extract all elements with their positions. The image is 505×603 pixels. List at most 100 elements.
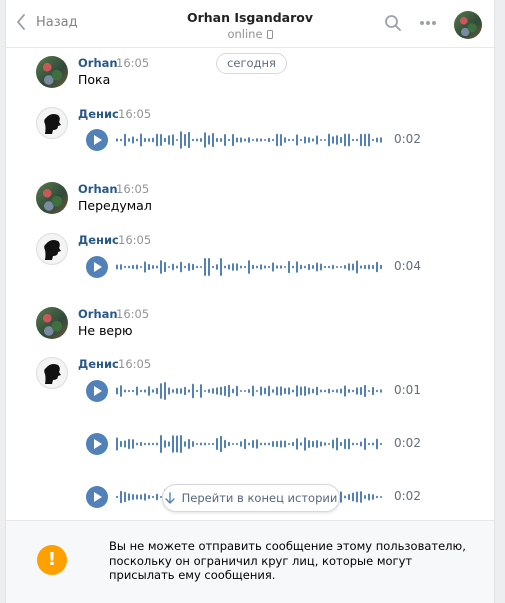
search-icon[interactable]	[384, 14, 402, 32]
play-button[interactable]	[86, 433, 108, 455]
waveform-bar	[340, 491, 342, 503]
waveform-bar	[324, 265, 326, 269]
play-button[interactable]	[86, 486, 108, 508]
waveform-bar	[244, 265, 246, 269]
message-author[interactable]: Денис	[78, 107, 119, 121]
waveform-bar	[308, 439, 310, 449]
voice-duration: 0:04	[394, 259, 421, 273]
waveform-bar	[264, 442, 266, 446]
waveform[interactable]	[116, 257, 384, 277]
message-time[interactable]: 16:05	[116, 56, 149, 70]
waveform-bar	[172, 134, 174, 146]
waveform-bar	[380, 137, 382, 143]
message-author[interactable]: Денис	[78, 233, 119, 247]
message-time[interactable]: 16:05	[118, 357, 151, 371]
waveform-bar	[328, 265, 330, 269]
message-time[interactable]: 16:05	[118, 107, 151, 121]
waveform-bar	[296, 134, 298, 146]
waveform-bar	[224, 385, 226, 397]
waveform-bar	[140, 389, 142, 393]
waveform-bar	[244, 389, 246, 393]
avatar[interactable]	[36, 233, 68, 265]
waveform-bar	[160, 134, 162, 146]
waveform-bar	[180, 131, 182, 149]
waveform-bar	[380, 495, 382, 499]
waveform-bar	[248, 260, 250, 274]
play-button[interactable]	[86, 256, 108, 278]
waveform-bar	[332, 389, 334, 393]
waveform-bar	[244, 138, 246, 142]
waveform-bar	[352, 442, 354, 446]
waveform-bar	[152, 137, 154, 143]
waveform-bar	[204, 442, 206, 446]
message-author[interactable]: Денис	[78, 357, 119, 371]
waveform-bar	[168, 135, 170, 145]
waveform-bar	[240, 389, 242, 393]
waveform-bar	[116, 495, 118, 499]
waveform-bar	[372, 386, 374, 396]
waveform-bar	[124, 389, 126, 393]
waveform-bar	[156, 387, 158, 395]
waveform-bar	[308, 263, 310, 271]
voice-message: 0:04	[86, 256, 426, 278]
waveform-bar	[256, 138, 258, 142]
waveform-bar	[348, 133, 350, 147]
waveform-bar	[360, 386, 362, 396]
waveform-bar	[164, 137, 166, 143]
waveform-bar	[176, 138, 178, 142]
waveform-bar	[192, 383, 194, 399]
avatar[interactable]	[36, 56, 68, 88]
waveform-bar	[300, 264, 302, 270]
waveform-bar	[200, 384, 202, 398]
voice-message: 0:02	[86, 433, 426, 455]
waveform-bar	[288, 138, 290, 142]
waveform-bar	[236, 385, 238, 397]
message-time[interactable]: 16:05	[116, 307, 149, 321]
waveform-bar	[140, 265, 142, 269]
waveform-bar	[304, 386, 306, 396]
waveform-bar	[220, 138, 222, 142]
waveform[interactable]	[116, 434, 384, 454]
waveform-bar	[376, 261, 378, 273]
header-avatar[interactable]	[454, 11, 482, 39]
waveform-bar	[224, 265, 226, 269]
waveform-bar	[340, 388, 342, 394]
avatar[interactable]	[36, 357, 68, 389]
waveform-bar	[332, 439, 334, 449]
message-text: Передумал	[78, 198, 152, 213]
waveform-bar	[188, 262, 190, 272]
goto-end-button[interactable]: Перейти в конец истории	[162, 484, 340, 512]
more-icon[interactable]	[419, 20, 437, 26]
waveform-bar	[316, 135, 318, 145]
avatar[interactable]	[36, 307, 68, 339]
waveform-bar	[352, 492, 354, 502]
waveform-bar	[220, 386, 222, 396]
waveform-bar	[376, 389, 378, 393]
waveform-bar	[328, 388, 330, 394]
avatar[interactable]	[36, 182, 68, 214]
message-author[interactable]: Orhan	[78, 182, 118, 196]
waveform-bar	[208, 135, 210, 145]
waveform-bar	[260, 138, 262, 142]
waveform[interactable]	[116, 381, 384, 401]
waveform-bar	[376, 137, 378, 143]
waveform-bar	[268, 265, 270, 269]
waveform-bar	[268, 442, 270, 446]
message-time[interactable]: 16:05	[116, 182, 149, 196]
waveform-bar	[148, 442, 150, 446]
play-button[interactable]	[86, 129, 108, 151]
voice-duration: 0:02	[394, 132, 421, 146]
waveform-bar	[152, 389, 154, 393]
play-button[interactable]	[86, 380, 108, 402]
message-author[interactable]: Orhan	[78, 307, 118, 321]
avatar[interactable]	[36, 107, 68, 139]
waveform-bar	[196, 265, 198, 269]
arrow-down-icon	[164, 492, 175, 504]
message-author[interactable]: Orhan	[78, 56, 118, 70]
waveform[interactable]	[116, 130, 384, 150]
voice-message: 0:02	[86, 129, 426, 151]
waveform-bar	[184, 265, 186, 269]
waveform-bar	[204, 132, 206, 148]
waveform-bar	[164, 382, 166, 400]
message-time[interactable]: 16:05	[118, 233, 151, 247]
